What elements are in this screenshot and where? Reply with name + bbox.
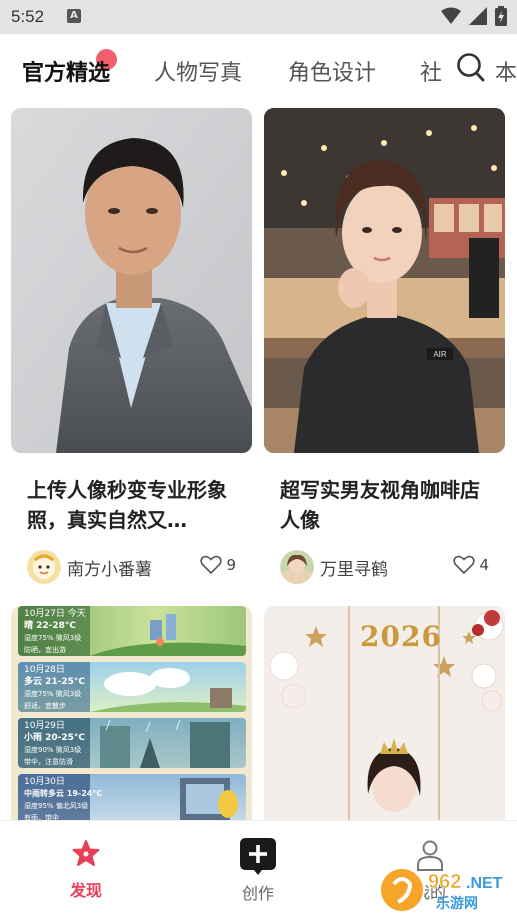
weather-date: 10月28日 [24, 665, 65, 675]
tab-portrait[interactable]: 人物写真 [154, 55, 242, 87]
weather-detail: 湿度75% 微风3级 [24, 634, 82, 642]
weather-detail: 湿度95% 偏北风3级 [24, 802, 89, 810]
weather-note: 有雨，带伞 [24, 814, 59, 820]
like-count: 9 [226, 556, 236, 574]
weather-note: 防晒，宜出游 [24, 646, 66, 654]
search-icon [457, 53, 485, 82]
feed-card[interactable]: 10月27日 今天 晴 22-28°C 湿度75% 微风3级 防晒，宜出游 10… [11, 606, 252, 820]
weather-row: 10月27日 今天 晴 22-28°C 湿度75% 微风3级 防晒，宜出游 [18, 606, 246, 656]
category-tabs: 官方精选 人物写真 角色设计 社 本 [0, 34, 517, 104]
status-icons [441, 6, 507, 26]
site-watermark: 962 .NET 乐游网 [378, 866, 510, 914]
weather-condition: 中雨转多云 19-24°C [24, 789, 103, 798]
avatar[interactable] [280, 550, 314, 584]
weather-note: 舒适，宜散步 [24, 702, 66, 710]
nav-create-label: 创作 [241, 884, 274, 903]
nav-discover[interactable]: 发现 [46, 839, 126, 901]
tab-more[interactable]: 本 [495, 55, 517, 87]
card-title: 超写实男友视角咖啡店人像 [280, 478, 480, 532]
watermark-sub: 乐游网 [436, 895, 478, 912]
notification-icon: A [67, 9, 81, 23]
watermark-domain: .NET [466, 875, 503, 892]
card-meta: 南方小番薯 9 [11, 549, 252, 585]
weather-detail: 湿度75% 微风3级 [24, 690, 82, 698]
weather-row: 10月30日 中雨转多云 19-24°C 湿度95% 偏北风3级 有雨，带伞 [18, 774, 246, 820]
wifi-icon [441, 7, 461, 24]
status-time: 5:52 [11, 7, 45, 26]
svg-text:AIR: AIR [433, 350, 447, 359]
card-image-cafe-portrait: AIR [264, 108, 505, 453]
card-image-businessman [11, 108, 252, 453]
create-plus-icon [240, 838, 276, 875]
author-name[interactable]: 万里寻鹤 [320, 555, 388, 580]
weather-row: 10月28日 多云 21-25°C 湿度75% 微风3级 舒适，宜散步 [18, 662, 246, 712]
like-button[interactable]: 4 [453, 555, 489, 575]
nav-create[interactable]: 创作 [218, 838, 298, 904]
feed-card[interactable]: 2026 [264, 606, 505, 820]
weather-date: 10月30日 [24, 777, 65, 787]
battery-icon [495, 6, 507, 26]
heart-icon [453, 555, 476, 575]
weather-condition: 晴 22-28°C [24, 621, 77, 631]
card-meta: 万里寻鹤 4 [264, 549, 505, 585]
status-bar: 5:52 A [0, 0, 517, 34]
feed-card[interactable]: 上传人像秒变专业形象照，真实自然又… 南方小番薯 9 [11, 108, 252, 585]
like-count: 4 [479, 556, 489, 574]
weather-condition: 小雨 20-25°C [24, 733, 86, 743]
feed-grid: 上传人像秒变专业形象照，真实自然又… 南方小番薯 9 AIR 超写实男友视角咖啡… [0, 104, 517, 820]
tab-official-picks[interactable]: 官方精选 [22, 55, 110, 87]
watermark-brand: 962 [428, 871, 461, 893]
like-button[interactable]: 9 [200, 555, 236, 575]
card-title: 上传人像秒变专业形象照，真实自然又… [27, 478, 227, 532]
card-image-newyear-swing: 2026 [264, 606, 505, 820]
weather-note: 带伞，注意防滑 [24, 758, 73, 766]
author-name[interactable]: 南方小番薯 [67, 555, 152, 580]
nav-discover-label: 发现 [69, 881, 102, 900]
weather-row: 10月29日 小雨 20-25°C 湿度90% 微风3级 带伞，注意防滑 [18, 718, 246, 768]
discover-star-icon [72, 840, 100, 866]
feed-card[interactable]: AIR 超写实男友视角咖啡店人像 万里寻鹤 4 [264, 108, 505, 585]
weather-detail: 湿度90% 微风3级 [24, 746, 82, 754]
card-image-weather-forecast: 10月27日 今天 晴 22-28°C 湿度75% 微风3级 防晒，宜出游 10… [11, 606, 252, 820]
tab-character-design[interactable]: 角色设计 [288, 55, 376, 87]
signal-icon [469, 7, 487, 25]
avatar[interactable] [27, 550, 61, 584]
search-button[interactable] [456, 52, 486, 84]
heart-icon [200, 555, 223, 575]
year-text: 2026 [360, 620, 442, 653]
weather-date: 10月29日 [24, 721, 65, 731]
weather-condition: 多云 21-25°C [24, 677, 86, 687]
weather-date: 10月27日 今天 [24, 609, 86, 619]
tab-social[interactable]: 社 [420, 55, 448, 87]
